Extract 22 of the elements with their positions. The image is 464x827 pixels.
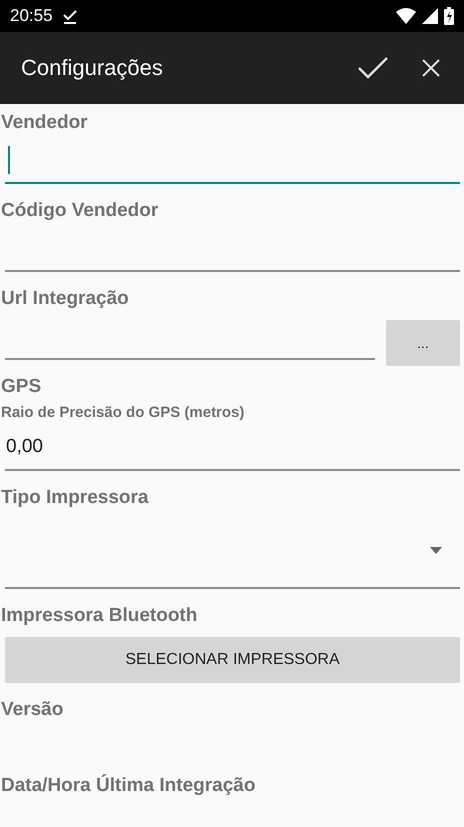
section-label: Vendedor — [0, 111, 89, 135]
app-bar-title: Configurações — [21, 55, 164, 81]
close-icon — [422, 59, 440, 77]
input-field[interactable]: 0,00 — [5, 425, 460, 471]
text-cursor — [8, 146, 10, 174]
download-done-icon — [62, 8, 77, 24]
check-icon — [358, 56, 388, 80]
field-label: Raio de Precisão do GPS (metros) — [0, 403, 246, 423]
section-label: Url Integração — [0, 287, 130, 311]
battery-icon — [444, 7, 454, 25]
section-label: GPS — [0, 375, 42, 399]
section-label: Impressora Bluetooth — [0, 604, 198, 628]
status-time: 20:55 — [10, 6, 53, 26]
section-label: Tipo Impressora — [0, 486, 150, 510]
section-label: Data/Hora Última Integração — [0, 773, 256, 798]
section-label: Código Vendedor — [0, 199, 160, 223]
signal-icon — [422, 8, 438, 24]
browse-button[interactable]: ... — [386, 320, 460, 366]
select-printer-button[interactable]: SELECIONAR IMPRESSORA — [5, 637, 460, 683]
wifi-icon — [396, 8, 416, 24]
dropdown-arrow-icon — [430, 546, 442, 554]
section-label: Versão — [0, 698, 64, 722]
